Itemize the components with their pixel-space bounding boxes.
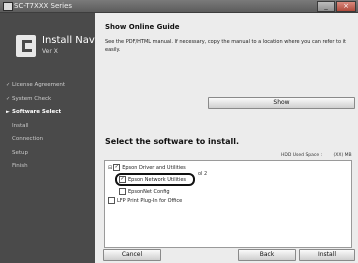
- version-label: Ver X: [42, 48, 58, 55]
- step-label: Software Select: [12, 109, 62, 115]
- show-guide-button[interactable]: Show: [208, 97, 355, 109]
- hdd-label: HDD Used Space :: [281, 153, 323, 158]
- back-button[interactable]: Back: [238, 249, 296, 261]
- checkbox-unchecked[interactable]: [108, 197, 115, 204]
- step-connection: Connection: [6, 133, 94, 147]
- step-setup: Setup: [6, 147, 94, 161]
- software-heading: Select the software to install.: [105, 137, 239, 146]
- tree-item-epsonnet-config[interactable]: EpsonNet Config: [119, 188, 170, 196]
- install-button[interactable]: Install: [299, 249, 355, 261]
- online-guide-heading: Show Online Guide: [105, 23, 180, 31]
- software-tree[interactable]: ⊟ ✓ Epson Driver and Utilities ol 2 ✓ Epson…: [104, 160, 352, 248]
- step-label: Install: [12, 122, 29, 129]
- step-label: Setup: [12, 149, 29, 156]
- close-button[interactable]: ×: [336, 1, 356, 12]
- hdd-value: (XX) MB: [333, 153, 352, 158]
- tree-item-label: LFP Print Plug-In for Office: [117, 198, 183, 204]
- tree-item-label: Epson Network Utilities: [128, 177, 187, 183]
- install-navi-logo-icon: [16, 35, 36, 57]
- cancel-button[interactable]: Cancel: [103, 249, 161, 261]
- tree-item-lfp-plugin[interactable]: LFP Print Plug-In for Office: [108, 197, 182, 205]
- product-name: Install Navi: [42, 35, 98, 46]
- hdd-used-space: HDD Used Space : (XX) MB: [281, 153, 352, 158]
- step-finish: Finish: [6, 160, 94, 174]
- minimize-button[interactable]: _: [317, 1, 335, 12]
- step-software-select: ► Software Select: [6, 106, 94, 120]
- tree-item-network-utilities[interactable]: ✓ Epson Network Utilities: [119, 176, 186, 184]
- step-label: License Agreement: [12, 82, 66, 88]
- collapse-icon[interactable]: ⊟: [108, 164, 112, 172]
- tree-item-label: EpsonNet Config: [128, 189, 170, 195]
- step-list: ✓ License Agreement ✓ System Check ► Softwa…: [6, 79, 94, 174]
- step-system-check: ✓ System Check: [6, 93, 94, 107]
- app-icon: [3, 2, 13, 11]
- step-label: Finish: [12, 163, 28, 169]
- checkbox-checked[interactable]: ✓: [119, 176, 126, 183]
- step-license-agreement: ✓ License Agreement: [6, 79, 94, 93]
- tree-item-label: Epson Driver and Utilities: [122, 165, 186, 171]
- checkbox-unchecked[interactable]: [119, 188, 126, 195]
- checkbox-checked[interactable]: ✓: [113, 164, 121, 171]
- step-install: Install: [6, 120, 94, 134]
- window-title: SC-T7XXX Series: [14, 2, 73, 10]
- online-guide-description: See the PDF/HTML manual. If necessary, c…: [105, 39, 346, 53]
- step-label: Connection: [12, 136, 44, 142]
- title-bar[interactable]: SC-T7XXX Series _ ×: [0, 0, 358, 13]
- truncated-item-text: ol 2: [198, 171, 208, 177]
- installer-window: SC-T7XXX Series _ × Install Navi Ver X ✓…: [0, 0, 358, 263]
- sidebar: Install Navi Ver X ✓ License Agreement ✓ S…: [0, 13, 98, 263]
- step-label: System Check: [12, 95, 52, 102]
- tree-item-driver-utilities[interactable]: ⊟ ✓ Epson Driver and Utilities: [108, 164, 186, 172]
- main-content: Show Online Guide See the PDF/HTML manua…: [95, 13, 358, 263]
